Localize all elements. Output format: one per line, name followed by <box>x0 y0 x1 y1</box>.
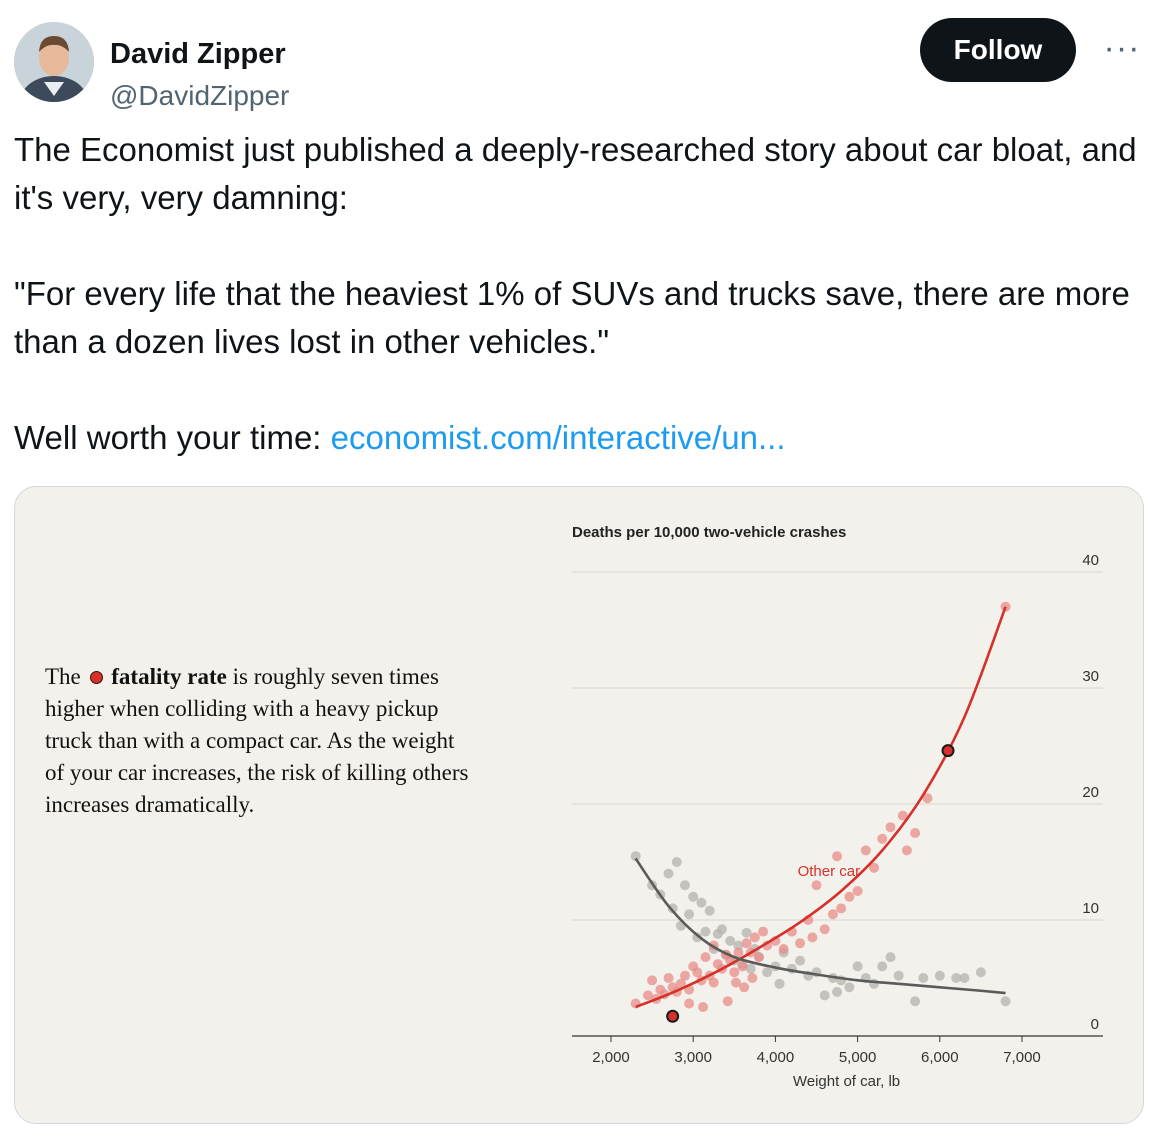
other-car-point <box>901 845 912 856</box>
own-car-point <box>704 905 715 916</box>
x-tick-label: 6,000 <box>921 1049 959 1066</box>
other-car-point <box>795 938 806 949</box>
own-car-point <box>716 924 727 935</box>
tweet-link-prefix: Well worth your time: <box>14 419 331 456</box>
media-card[interactable]: The fatality rate is roughly seven times… <box>14 486 1144 1124</box>
own-car-point <box>819 990 830 1001</box>
x-tick-label: 2,000 <box>592 1049 630 1066</box>
other-car-point <box>729 967 740 978</box>
y-tick-label: 0 <box>1091 1016 1099 1033</box>
other-car-point <box>836 903 847 914</box>
x-tick-label: 7,000 <box>1003 1049 1041 1066</box>
follow-button[interactable]: Follow <box>920 18 1076 82</box>
y-tick-label: 30 <box>1082 668 1099 685</box>
article-link[interactable]: economist.com/interactive/un... <box>331 419 786 456</box>
other-car-point <box>758 926 769 937</box>
other-car-point <box>877 833 888 844</box>
fatality-chart: Deaths per 10,000 two-vehicle crashes 0 10… <box>572 524 1103 1090</box>
other-car-point <box>663 973 674 983</box>
own-car-point <box>959 973 970 983</box>
own-car-point <box>774 978 785 989</box>
other-car-point <box>778 944 789 954</box>
more-options-icon[interactable]: ··· <box>1102 28 1142 68</box>
x-axis-label: Weight of car, lb <box>793 1073 900 1090</box>
own-car-point <box>975 967 986 978</box>
other-car-point <box>832 851 843 862</box>
own-car-point <box>679 880 690 891</box>
tweet-paragraph-2: "For every life that the heaviest 1% of … <box>14 275 1130 360</box>
chart-title: Deaths per 10,000 two-vehicle crashes <box>572 524 846 541</box>
other-car-point <box>747 973 758 983</box>
y-tick-label: 20 <box>1082 784 1099 801</box>
own-car-point <box>663 868 674 879</box>
own-car-point <box>877 961 888 972</box>
other-car-point <box>739 982 750 993</box>
own-car-point <box>918 973 929 983</box>
own-car-point <box>684 909 695 920</box>
own-car-point <box>700 926 711 937</box>
own-car-point <box>762 967 773 978</box>
other-car-point <box>749 932 760 943</box>
other-car-point <box>811 880 822 891</box>
other-car-curve <box>635 606 1007 1009</box>
tweet-text: The Economist just published a deeply-re… <box>14 126 1149 462</box>
own-car-point <box>688 891 699 902</box>
author-name[interactable]: David Zipper <box>110 38 286 71</box>
other-car-point <box>700 952 711 963</box>
other-car-point <box>885 822 896 833</box>
own-car-point <box>885 952 896 963</box>
other-car-point <box>679 970 690 981</box>
x-tick-label: 3,000 <box>674 1049 712 1066</box>
other-car-point <box>741 938 752 949</box>
highlighted-point <box>666 1009 680 1023</box>
own-car-point <box>795 955 806 966</box>
own-car-point <box>934 970 945 981</box>
own-car-point <box>1000 996 1011 1007</box>
other-car-point <box>684 998 695 1009</box>
own-car-point <box>852 961 863 972</box>
other-car-point <box>910 828 921 838</box>
other-car-point <box>722 996 733 1007</box>
own-car-point <box>910 996 921 1007</box>
tweet-paragraph-3: Well worth your time: economist.com/inte… <box>14 414 1149 462</box>
own-car-point <box>893 970 904 981</box>
other-car-point <box>753 952 764 963</box>
tweet-paragraph-1: The Economist just published a deeply-re… <box>14 131 1137 216</box>
other-car-point <box>647 975 658 986</box>
other-car-point <box>698 1002 709 1012</box>
avatar[interactable] <box>14 22 94 102</box>
x-tick-label: 5,000 <box>839 1049 877 1066</box>
avatar-photo-icon <box>14 22 94 102</box>
other-car-point <box>807 932 818 943</box>
other-car-point <box>852 886 863 896</box>
other-car-point <box>737 961 748 972</box>
other-car-point <box>844 891 855 902</box>
highlighted-point <box>941 744 955 758</box>
y-tick-label: 10 <box>1082 900 1099 917</box>
own-car-point <box>671 857 682 867</box>
tweet-header: David Zipper @DavidZipper Follow ··· <box>14 18 1142 111</box>
other-car-point <box>827 909 838 920</box>
own-car-point <box>844 982 855 993</box>
y-tick-label: 40 <box>1082 552 1099 569</box>
other-car-point <box>860 845 871 856</box>
other-car-point <box>819 924 830 935</box>
x-tick-label: 4,000 <box>757 1049 795 1066</box>
other-car-point <box>708 977 719 988</box>
author-handle[interactable]: @DavidZipper <box>110 80 289 112</box>
other-car-annotation: Other car <box>798 863 861 880</box>
own-car-point <box>696 897 707 908</box>
own-car-point <box>832 986 843 997</box>
